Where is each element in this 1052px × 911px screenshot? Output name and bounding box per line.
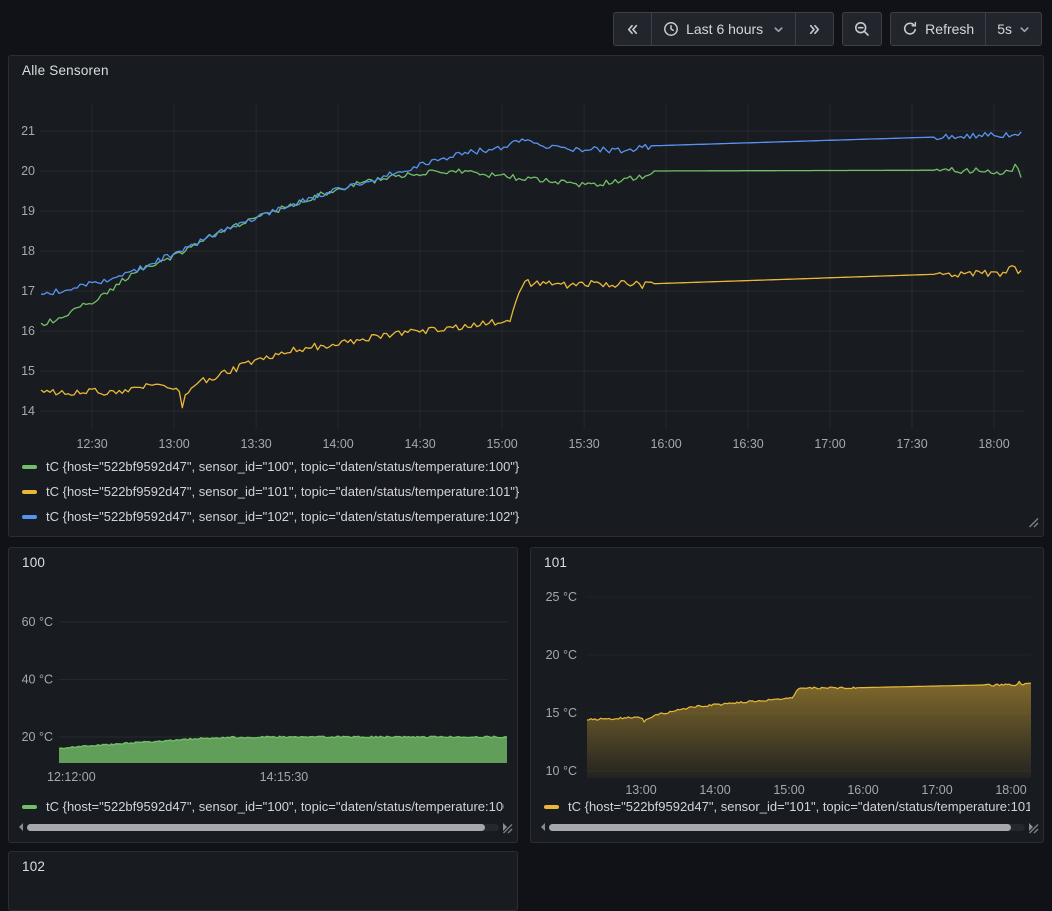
double-chevron-right-icon [807, 22, 822, 37]
refresh-label: Refresh [925, 21, 974, 37]
svg-text:16:00: 16:00 [650, 437, 681, 451]
time-range-picker[interactable]: Last 6 hours [651, 13, 795, 45]
legend-item-sensor-101[interactable]: tC {host="522bf9592d47", sensor_id="101"… [22, 484, 519, 499]
svg-text:15: 15 [21, 364, 35, 378]
scroll-left-arrow[interactable] [541, 823, 545, 831]
panel-resize-handle[interactable] [502, 821, 513, 839]
svg-text:18:00: 18:00 [978, 437, 1009, 451]
panel-sensor-102: 102 [8, 851, 518, 911]
legend-label: tC {host="522bf9592d47", sensor_id="101"… [46, 484, 519, 499]
svg-text:15:30: 15:30 [568, 437, 599, 451]
svg-text:15:00: 15:00 [773, 783, 804, 797]
panel-title[interactable]: 102 [22, 859, 45, 874]
svg-text:19: 19 [21, 204, 35, 218]
horizontal-scrollbar [541, 822, 1033, 832]
refresh-interval-dropdown[interactable]: 5s [985, 13, 1041, 45]
svg-text:16:30: 16:30 [732, 437, 763, 451]
panel-sensor-101: 101 10 °C15 °C20 °C25 °C13:0014:0015:001… [530, 547, 1044, 843]
svg-text:25 °C: 25 °C [546, 590, 577, 604]
svg-text:17: 17 [21, 284, 35, 298]
time-range-group: Last 6 hours [613, 12, 834, 46]
panel-resize-handle[interactable] [1028, 821, 1039, 839]
panel-title[interactable]: 101 [544, 555, 567, 570]
panel-title[interactable]: 100 [22, 555, 45, 570]
panel-resize-handle[interactable] [1028, 515, 1039, 533]
sensor-100-chart[interactable]: 20 °C 40 °C 60 °C 12:12:00 14:15:30 [9, 548, 519, 792]
scrollbar-thumb[interactable] [549, 824, 1011, 831]
legend-item-sensor-100[interactable]: tC {host="522bf9592d47", sensor_id="100"… [22, 799, 504, 814]
legend-swatch [22, 490, 37, 494]
svg-text:14:30: 14:30 [404, 437, 435, 451]
legend-label: tC {host="522bf9592d47", sensor_id="100"… [46, 799, 504, 814]
time-shift-back-button[interactable] [614, 13, 651, 45]
legend-label: tC {host="522bf9592d47", sensor_id="102"… [46, 509, 519, 524]
legend-label: tC {host="522bf9592d47", sensor_id="101"… [568, 799, 1030, 814]
chart-legend: tC {host="522bf9592d47", sensor_id="101"… [544, 799, 1030, 814]
legend-item-sensor-101[interactable]: tC {host="522bf9592d47", sensor_id="101"… [544, 799, 1030, 814]
svg-text:17:00: 17:00 [921, 783, 952, 797]
svg-text:21: 21 [21, 124, 35, 138]
svg-text:18: 18 [21, 244, 35, 258]
chevron-down-icon [773, 24, 784, 35]
svg-text:18:00: 18:00 [995, 783, 1026, 797]
svg-text:12:12:00: 12:12:00 [47, 770, 96, 784]
svg-text:13:00: 13:00 [158, 437, 189, 451]
chevron-down-icon [1019, 24, 1030, 35]
svg-text:16: 16 [21, 324, 35, 338]
time-controls-toolbar: Last 6 hours Refresh 5s [613, 12, 1042, 46]
double-chevron-left-icon [625, 22, 640, 37]
scrollbar-track[interactable] [549, 824, 1025, 831]
svg-text:20 °C: 20 °C [546, 648, 577, 662]
svg-text:20: 20 [21, 164, 35, 178]
legend-swatch [22, 465, 37, 469]
clock-icon [663, 21, 679, 37]
panel-title[interactable]: Alle Sensoren [22, 63, 109, 78]
svg-text:12:30: 12:30 [76, 437, 107, 451]
scroll-left-arrow[interactable] [19, 823, 23, 831]
svg-text:17:30: 17:30 [896, 437, 927, 451]
legend-swatch [22, 515, 37, 519]
legend-label: tC {host="522bf9592d47", sensor_id="100"… [46, 459, 519, 474]
scrollbar-track[interactable] [27, 824, 499, 831]
svg-text:14:00: 14:00 [699, 783, 730, 797]
panel-alle-sensoren: Alle Sensoren 14 15 16 17 18 19 20 21 12:30 13:00… [8, 55, 1044, 537]
svg-text:20 °C: 20 °C [22, 730, 53, 744]
legend-item-sensor-102[interactable]: tC {host="522bf9592d47", sensor_id="102"… [22, 509, 519, 524]
svg-text:14:15:30: 14:15:30 [260, 770, 309, 784]
chart-legend: tC {host="522bf9592d47", sensor_id="100"… [22, 799, 504, 814]
refresh-button[interactable]: Refresh [891, 13, 985, 45]
refresh-group: Refresh 5s [890, 12, 1042, 46]
all-sensors-chart[interactable]: 14 15 16 17 18 19 20 21 12:30 13:00 13:30 14:00 14:3… [9, 56, 1045, 454]
svg-text:15 °C: 15 °C [546, 706, 577, 720]
zoom-out-group [842, 12, 882, 46]
time-range-label: Last 6 hours [686, 21, 763, 37]
svg-text:14: 14 [21, 404, 35, 418]
svg-text:60 °C: 60 °C [22, 615, 53, 629]
refresh-interval-value: 5s [997, 21, 1012, 37]
svg-text:13:00: 13:00 [625, 783, 656, 797]
svg-text:15:00: 15:00 [486, 437, 517, 451]
scrollbar-thumb[interactable] [27, 824, 485, 831]
svg-text:14:00: 14:00 [322, 437, 353, 451]
svg-text:17:00: 17:00 [814, 437, 845, 451]
time-shift-forward-button[interactable] [795, 13, 833, 45]
svg-text:13:30: 13:30 [240, 437, 271, 451]
refresh-icon [902, 21, 918, 37]
zoom-out-button[interactable] [843, 13, 881, 45]
horizontal-scrollbar [19, 822, 507, 832]
svg-text:16:00: 16:00 [847, 783, 878, 797]
legend-swatch [544, 805, 559, 809]
svg-text:40 °C: 40 °C [22, 673, 53, 687]
chart-legend: tC {host="522bf9592d47", sensor_id="100"… [22, 459, 519, 524]
sensor-101-chart[interactable]: 10 °C 15 °C 20 °C 25 °C 13:00 14:00 15:00 16:00… [531, 548, 1045, 800]
panel-sensor-100: 100 20 °C 40 °C 60 °C 12:12:00 14:15:30 tC {… [8, 547, 518, 843]
legend-swatch [22, 805, 37, 809]
legend-item-sensor-100[interactable]: tC {host="522bf9592d47", sensor_id="100"… [22, 459, 519, 474]
magnifier-minus-icon [854, 21, 870, 37]
svg-text:10 °C: 10 °C [546, 764, 577, 778]
